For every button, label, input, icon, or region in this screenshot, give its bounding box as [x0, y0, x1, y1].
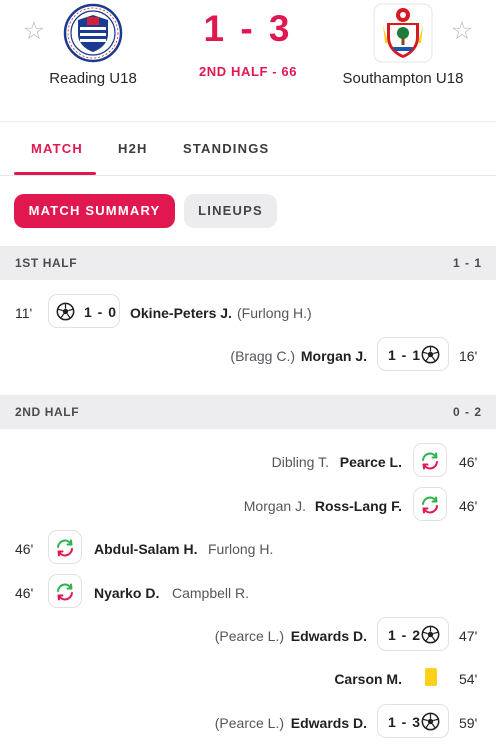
assist-name[interactable]: (Pearce L.) [215, 715, 284, 731]
event-minute: 46' [459, 498, 478, 514]
goal-running-score: 1 - 1 [388, 347, 422, 363]
player-off-name[interactable]: Campbell R. [172, 585, 249, 601]
goal-running-score: 1 - 0 [84, 304, 118, 320]
scorer-name[interactable]: Morgan J. [301, 348, 367, 364]
event-minute: 46' [459, 454, 478, 470]
tab-standings[interactable]: STANDINGS [183, 141, 269, 156]
event-row[interactable]: (Pearce L.) Edwards D. 1 - 3 59' [0, 704, 496, 740]
event-minute: 54' [459, 671, 478, 687]
event-row[interactable]: Dibling T. Pearce L. 46' [0, 443, 496, 479]
tab-match[interactable]: MATCH [31, 141, 83, 156]
goal-score-box: 1 - 1 [377, 337, 449, 371]
event-row[interactable]: 46' Abdul-Salam H. Furlong H. [0, 530, 496, 566]
event-minute: 16' [459, 348, 478, 364]
match-score: 1 - 3 [203, 8, 293, 49]
substitution-icon [422, 452, 438, 470]
first-half-header: 1ST HALF 1 - 1 [0, 246, 496, 280]
event-row[interactable]: (Bragg C.) Morgan J. 1 - 1 16' [0, 337, 496, 373]
substitution-box [413, 487, 447, 521]
second-half-header: 2ND HALF 0 - 2 [0, 395, 496, 429]
substitution-icon [57, 583, 73, 601]
player-on-name[interactable]: Pearce L. [340, 454, 402, 470]
card-box [413, 660, 447, 694]
reading-crest-icon[interactable] [63, 3, 123, 63]
period-label: 1ST HALF [15, 256, 78, 270]
event-row[interactable]: 11' 1 - 0 Okine-Peters J. (Furlong H.) [0, 294, 496, 330]
match-tabs: MATCH H2H STANDINGS [0, 122, 496, 176]
scorer-name[interactable]: Edwards D. [291, 715, 367, 731]
southampton-crest-icon[interactable] [373, 3, 433, 63]
player-off-name[interactable]: Dibling T. [272, 454, 329, 470]
favorite-away-star-icon[interactable]: ☆ [449, 18, 475, 44]
substitution-box [413, 443, 447, 477]
football-icon [421, 345, 440, 364]
football-icon [421, 625, 440, 644]
goal-running-score: 1 - 3 [388, 714, 422, 730]
goal-score-box: 1 - 3 [377, 704, 449, 738]
goal-score-box: 1 - 2 [377, 617, 449, 651]
scorer-name[interactable]: Okine-Peters J. [130, 305, 232, 321]
active-tab-indicator [14, 172, 96, 175]
event-minute: 46' [15, 541, 34, 557]
event-minute: 11' [15, 305, 33, 321]
goal-score-box: 1 - 0 [48, 294, 120, 328]
player-on-name[interactable]: Nyarko D. [94, 585, 159, 601]
substitution-icon [57, 539, 73, 557]
period-score: 1 - 1 [452, 256, 482, 270]
assist-name[interactable]: (Pearce L.) [215, 628, 284, 644]
player-off-name[interactable]: Morgan J. [244, 498, 306, 514]
event-row[interactable]: Carson M. 54' [0, 660, 496, 696]
football-icon [56, 302, 75, 321]
event-minute: 46' [15, 585, 34, 601]
assist-name[interactable]: (Bragg C.) [230, 348, 295, 364]
away-team-name[interactable]: Southampton U18 [313, 70, 493, 87]
goal-running-score: 1 - 2 [388, 627, 422, 643]
lineups-button[interactable]: LINEUPS [184, 194, 277, 228]
substitution-box [48, 530, 82, 564]
player-off-name[interactable]: Furlong H. [208, 541, 273, 557]
event-row[interactable]: 46' Nyarko D. Campbell R. [0, 574, 496, 610]
assist-name[interactable]: (Furlong H.) [237, 305, 312, 321]
match-summary-button[interactable]: MATCH SUMMARY [14, 194, 175, 228]
substitution-box [48, 574, 82, 608]
event-minute: 47' [459, 628, 478, 644]
event-minute: 59' [459, 715, 478, 731]
tab-h2h[interactable]: H2H [118, 141, 148, 156]
booked-player-name[interactable]: Carson M. [334, 671, 402, 687]
player-on-name[interactable]: Abdul-Salam H. [94, 541, 197, 557]
player-on-name[interactable]: Ross-Lang F. [315, 498, 402, 514]
favorite-home-star-icon[interactable]: ☆ [21, 18, 47, 44]
scorer-name[interactable]: Edwards D. [291, 628, 367, 644]
football-icon [421, 712, 440, 731]
yellow-card-icon [425, 668, 437, 686]
substitution-icon [422, 496, 438, 514]
period-label: 2ND HALF [15, 405, 80, 419]
event-row[interactable]: Morgan J. Ross-Lang F. 46' [0, 487, 496, 523]
event-row[interactable]: (Pearce L.) Edwards D. 1 - 2 47' [0, 617, 496, 653]
period-score: 0 - 2 [452, 405, 482, 419]
match-header: ☆ Reading U18 1 - 3 2ND HALF - 66 Southa… [0, 0, 496, 104]
